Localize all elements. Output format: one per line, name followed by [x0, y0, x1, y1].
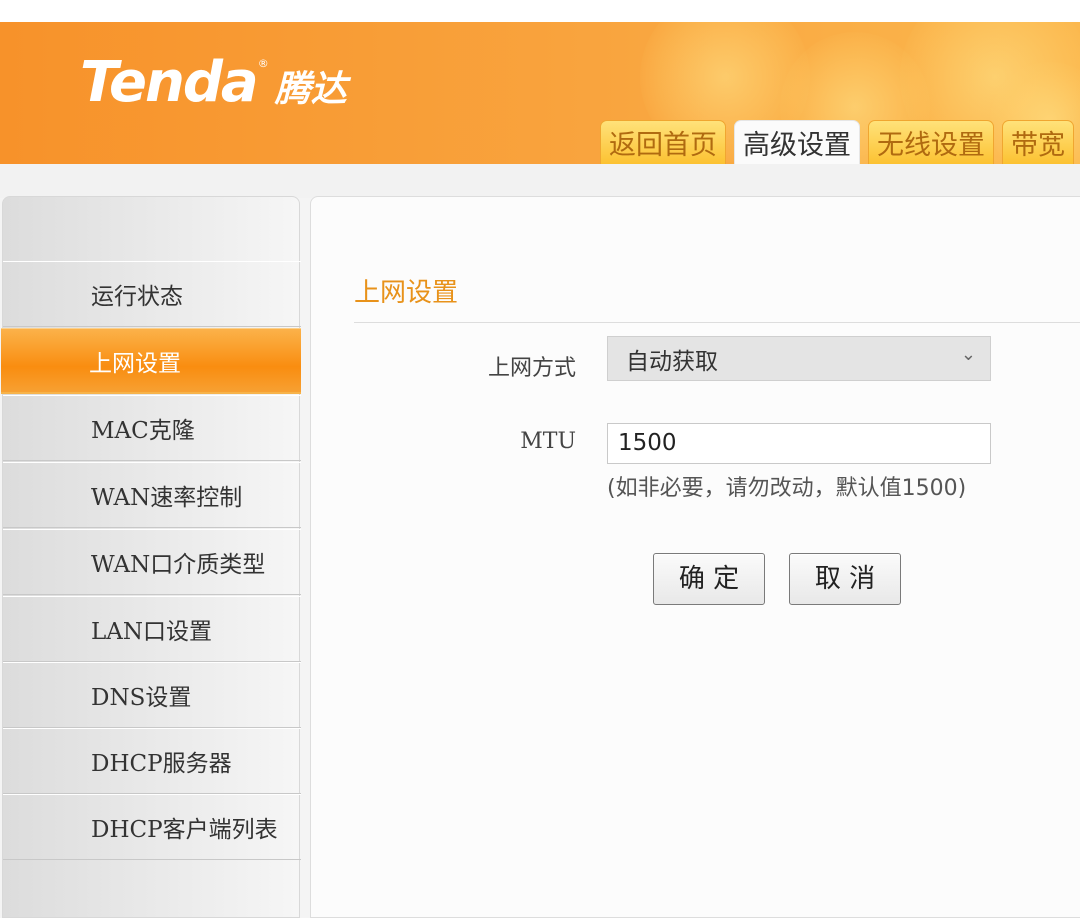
confirm-button[interactable]: 确 定 — [653, 553, 765, 605]
logo-brand-en: Tenda — [80, 50, 259, 115]
connection-type-label: 上网方式 — [487, 356, 576, 381]
header-bottom-bar — [0, 164, 1080, 198]
sidebar-item-internet-settings[interactable]: 上网设置 — [1, 328, 301, 394]
sidebar-item-mac-clone[interactable]: MAC克隆 — [3, 395, 301, 461]
sidebar: 运行状态 上网设置 MAC克隆 WAN速率控制 WAN口介质类型 LAN口设置 … — [1, 196, 301, 918]
logo-registered-mark: ® — [257, 57, 269, 70]
tab-advanced-settings[interactable]: 高级设置 — [734, 120, 860, 164]
mtu-hint: (如非必要，请勿改动，默认值1500) — [607, 476, 967, 501]
sidebar-item-dhcp-server[interactable]: DHCP服务器 — [3, 728, 301, 794]
mtu-label: MTU — [520, 429, 576, 454]
sidebar-item-dhcp-client-list[interactable]: DHCP客户端列表 — [3, 794, 301, 860]
logo-brand-cn: 腾达 — [274, 69, 347, 110]
top-nav-tabs: 返回首页 高级设置 无线设置 带宽 — [600, 120, 1074, 164]
sidebar-item-wan-rate-control[interactable]: WAN速率控制 — [3, 462, 301, 528]
sidebar-item-status[interactable]: 运行状态 — [3, 261, 301, 327]
sidebar-item-wan-media-type[interactable]: WAN口介质类型 — [3, 529, 301, 595]
sidebar-item-lan-settings[interactable]: LAN口设置 — [3, 596, 301, 662]
title-divider — [354, 322, 1080, 323]
connection-type-value: 自动获取 — [626, 348, 718, 375]
cancel-button[interactable]: 取 消 — [789, 553, 901, 605]
chevron-down-icon: ⌄ — [960, 344, 976, 365]
page-title: 上网设置 — [354, 278, 459, 308]
tenda-logo: Tenda ® 腾达 — [80, 50, 347, 120]
connection-type-select[interactable]: 自动获取 ⌄ — [607, 336, 991, 381]
top-strip — [0, 0, 1080, 22]
tab-home[interactable]: 返回首页 — [600, 120, 726, 164]
tab-wireless-settings[interactable]: 无线设置 — [868, 120, 994, 164]
sidebar-item-dns-settings[interactable]: DNS设置 — [3, 662, 301, 728]
mtu-input[interactable]: 1500 — [607, 423, 991, 464]
tab-bandwidth[interactable]: 带宽 — [1002, 120, 1074, 164]
